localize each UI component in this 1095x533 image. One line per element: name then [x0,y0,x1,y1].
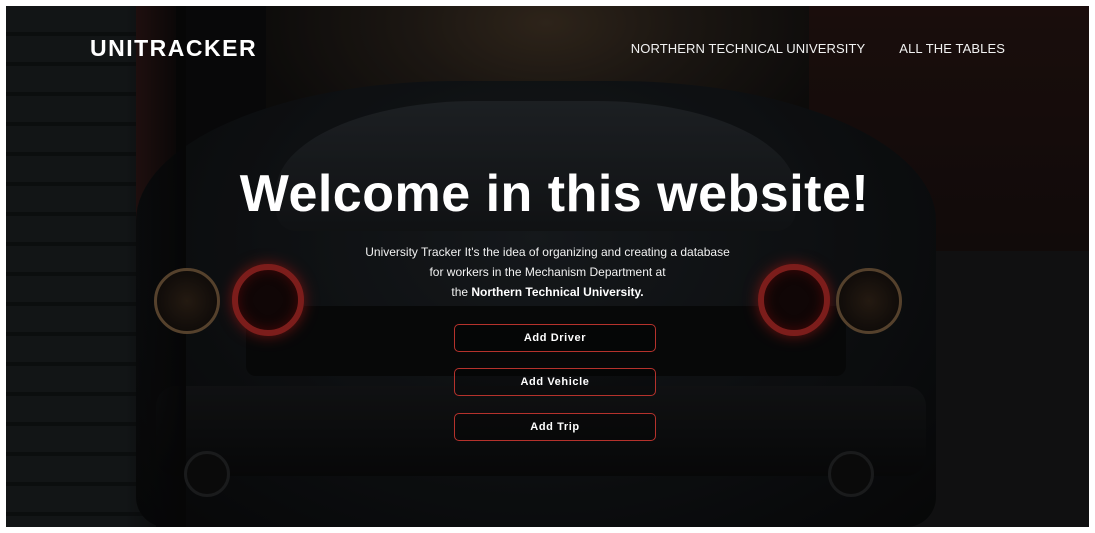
page-title: Welcome in this website! [239,165,870,223]
university-name: Northern Technical University. [471,285,644,299]
brand-logo[interactable]: UNITRACKER [90,35,257,62]
add-vehicle-button[interactable]: Add Vehicle [454,368,656,396]
page-frame: UNITRACKER NORTHERN TECHNICAL UNIVERSITY… [6,6,1089,527]
hero-description: University Tracker It's the idea of orga… [6,242,1089,302]
nav-link-northern-technical-university[interactable]: NORTHERN TECHNICAL UNIVERSITY [631,41,866,56]
nav-link-all-the-tables[interactable]: ALL THE TABLES [899,41,1005,56]
hero-description-prefix: the [451,285,472,299]
add-trip-button[interactable]: Add Trip [454,413,656,441]
add-driver-button[interactable]: Add Driver [454,324,656,352]
top-nav: NORTHERN TECHNICAL UNIVERSITY ALL THE TA… [631,41,1005,56]
hero-description-line: University Tracker It's the idea of orga… [365,245,730,259]
hero-description-line: for workers in the Mechanism Department … [429,265,666,279]
hero-description-line: the Northern Technical University. [6,282,1089,302]
